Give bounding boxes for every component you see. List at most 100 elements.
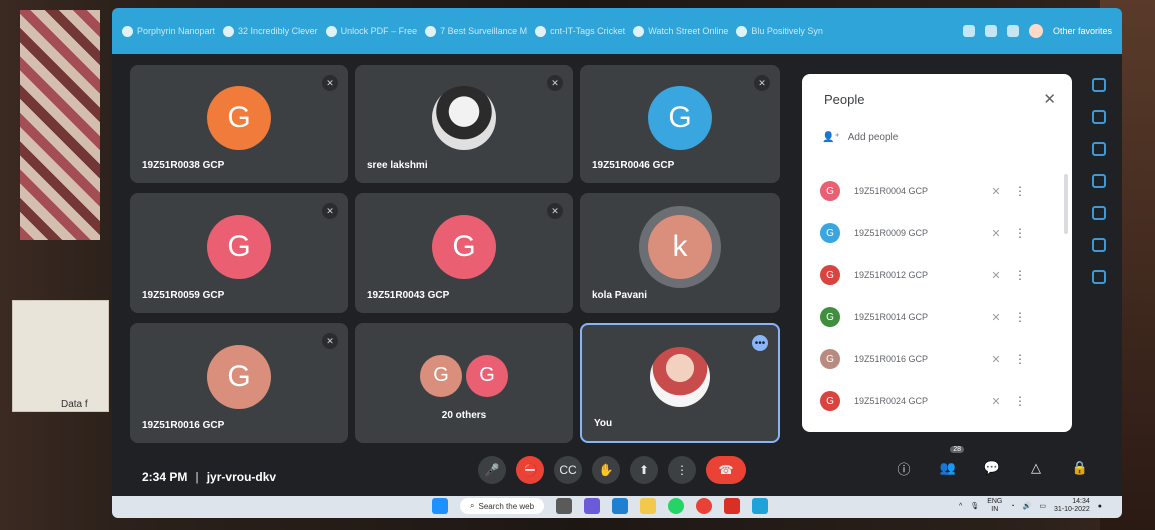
more-vert-icon[interactable]: ⋮ (1008, 310, 1032, 324)
search-icon[interactable] (1092, 78, 1106, 92)
participant-name: 19Z51R0038 GCP (142, 160, 225, 171)
mic-off-icon[interactable]: ✕ (984, 227, 1008, 240)
profile-avatar[interactable] (1028, 24, 1043, 38)
self-name: You (594, 418, 613, 429)
close-icon[interactable]: ✕ (1043, 90, 1056, 108)
more-options-button[interactable]: ⋮ (668, 456, 696, 484)
person-name: 19Z51R0004 GCP (854, 186, 929, 196)
leave-call-button[interactable]: ☎ (706, 456, 746, 484)
acrobat-icon[interactable] (724, 498, 741, 514)
search-label: Search the web (478, 501, 535, 511)
present-button[interactable]: ⬆ (630, 456, 658, 484)
self-tile[interactable]: ••• You (580, 323, 780, 443)
activities-icon[interactable]: △ (1024, 456, 1048, 480)
participant-tile[interactable]: ✕ G 19Z51R0059 GCP (130, 193, 348, 313)
notification-icon[interactable]: ● (1098, 503, 1102, 510)
bookmark-6[interactable]: Blu Positively Syn (736, 25, 823, 37)
meeting-info: 2:34 PM | jyr-vrou-dkv (142, 470, 276, 484)
chevron-up-icon[interactable]: ^ (959, 503, 962, 510)
more-vert-icon[interactable]: ⋮ (1008, 352, 1032, 366)
bookmark-4[interactable]: cnt-IT-Tags Cricket (535, 25, 625, 37)
mic-icon[interactable]: 🎙 (970, 502, 979, 510)
more-vert-icon[interactable]: ⋮ (1008, 268, 1032, 282)
bookmark-5[interactable]: Watch Street Online (633, 25, 728, 37)
volume-icon[interactable]: 🔊 (1023, 502, 1032, 510)
participant-name: kola Pavani (592, 290, 648, 301)
other-favorites[interactable]: Other favorites (1053, 26, 1112, 36)
host-controls-icon[interactable]: 🔒 (1068, 456, 1092, 480)
list-item[interactable]: G 19Z51R0004 GCP ✕ ⋮ (820, 170, 1062, 212)
mic-off-icon[interactable]: ✕ (984, 269, 1008, 282)
extension-icon[interactable] (984, 25, 997, 37)
taskbar-search[interactable]: ⌕ Search the web (460, 498, 545, 514)
more-vert-icon[interactable]: ⋮ (1008, 394, 1032, 408)
person-avatar: G (820, 223, 840, 243)
more-vert-icon[interactable]: ⋮ (1008, 226, 1032, 240)
raise-hand-button[interactable]: ✋ (592, 456, 620, 484)
favorites-icon[interactable] (1006, 25, 1019, 37)
wifi-icon[interactable]: ◔ (1010, 503, 1014, 510)
bookmark-2[interactable]: Unlock PDF – Free (325, 25, 417, 37)
person-avatar: G (820, 391, 840, 411)
battery-icon[interactable]: ▭ (1039, 502, 1046, 510)
add-icon[interactable] (1092, 270, 1106, 284)
participant-tile[interactable]: ✕ G 19Z51R0038 GCP (130, 65, 348, 183)
collections-icon[interactable] (1092, 174, 1106, 188)
participant-tile[interactable]: ✕ G 19Z51R0046 GCP (580, 65, 780, 183)
file-explorer-icon[interactable] (640, 498, 657, 514)
participant-avatar: G (207, 345, 271, 409)
edge-icon[interactable] (612, 498, 629, 514)
bookmark-1[interactable]: 32 Incredibly Clever (223, 25, 318, 37)
captions-button[interactable]: CC (554, 456, 582, 484)
add-person-icon: 👤⁺ (822, 132, 840, 143)
site-icon (425, 25, 437, 37)
windows-start-icon[interactable] (432, 498, 448, 514)
box-label: Data f (61, 399, 88, 410)
participant-avatar: G (466, 354, 508, 397)
list-item[interactable]: G 19Z51R0012 GCP ✕ ⋮ (820, 254, 1062, 296)
participant-tile[interactable]: ✕ sree lakshmi (355, 65, 573, 183)
chrome-icon[interactable] (696, 498, 713, 514)
mic-off-icon[interactable]: ✕ (984, 311, 1008, 324)
participant-tile[interactable]: ✕ G 19Z51R0016 GCP (130, 323, 348, 443)
more-options-icon[interactable]: ••• (752, 335, 768, 351)
others-tile[interactable]: G G 20 others (355, 323, 573, 443)
briefcase-icon[interactable] (1092, 142, 1106, 156)
edge-browser-icon[interactable] (752, 498, 769, 514)
bookmark-3[interactable]: 7 Best Surveillance M (425, 25, 527, 37)
mic-off-icon[interactable]: ✕ (984, 353, 1008, 366)
task-view-icon[interactable] (556, 498, 573, 514)
participant-name: 19Z51R0016 GCP (142, 420, 225, 431)
mic-button[interactable]: 🎤 (478, 456, 506, 484)
participant-tile[interactable]: k kola Pavani (580, 193, 780, 313)
info-icon[interactable]: ⓘ (892, 456, 916, 480)
list-item[interactable]: G 19Z51R0009 GCP ✕ ⋮ (820, 212, 1062, 254)
participant-avatar: G (207, 215, 271, 279)
mic-off-icon[interactable]: ✕ (984, 185, 1008, 198)
tag-icon[interactable] (1092, 110, 1106, 124)
camera-off-button[interactable]: ⛔ (516, 456, 544, 484)
list-item[interactable]: G 19Z51R0014 GCP ✕ ⋮ (820, 296, 1062, 338)
whatsapp-icon[interactable] (668, 498, 685, 514)
scrollbar[interactable] (1064, 174, 1068, 234)
add-people-button[interactable]: 👤⁺ Add people (822, 132, 898, 143)
list-item[interactable]: G 19Z51R0024 GCP ✕ ⋮ (820, 380, 1062, 422)
participant-tile[interactable]: ✕ G 19Z51R0043 GCP (355, 193, 573, 313)
list-item[interactable]: G 19Z51R0016 GCP ✕ ⋮ (820, 338, 1062, 380)
chat-icon[interactable]: 💬 (980, 456, 1004, 480)
bookmark-0[interactable]: Porphyrin Nanopart (122, 25, 215, 37)
bookmarks-bar: Porphyrin Nanopart 32 Incredibly Clever … (112, 8, 1122, 54)
participant-avatar: G (648, 86, 712, 151)
clock[interactable]: 14:34 31-10-2022 (1054, 498, 1090, 514)
mic-off-icon[interactable]: ✕ (984, 395, 1008, 408)
office-icon[interactable] (1092, 206, 1106, 220)
participant-name: 19Z51R0043 GCP (367, 290, 450, 301)
extension-icon[interactable] (962, 25, 975, 37)
language-indicator[interactable]: ENG IN (987, 498, 1002, 514)
more-vert-icon[interactable]: ⋮ (1008, 184, 1032, 198)
outlook-icon[interactable] (1092, 238, 1106, 252)
teams-icon[interactable] (584, 498, 601, 514)
monitor-screen: Porphyrin Nanopart 32 Incredibly Clever … (112, 8, 1122, 518)
cardboard-box: Data f (12, 300, 109, 412)
people-icon[interactable]: 👥 28 (936, 446, 964, 480)
